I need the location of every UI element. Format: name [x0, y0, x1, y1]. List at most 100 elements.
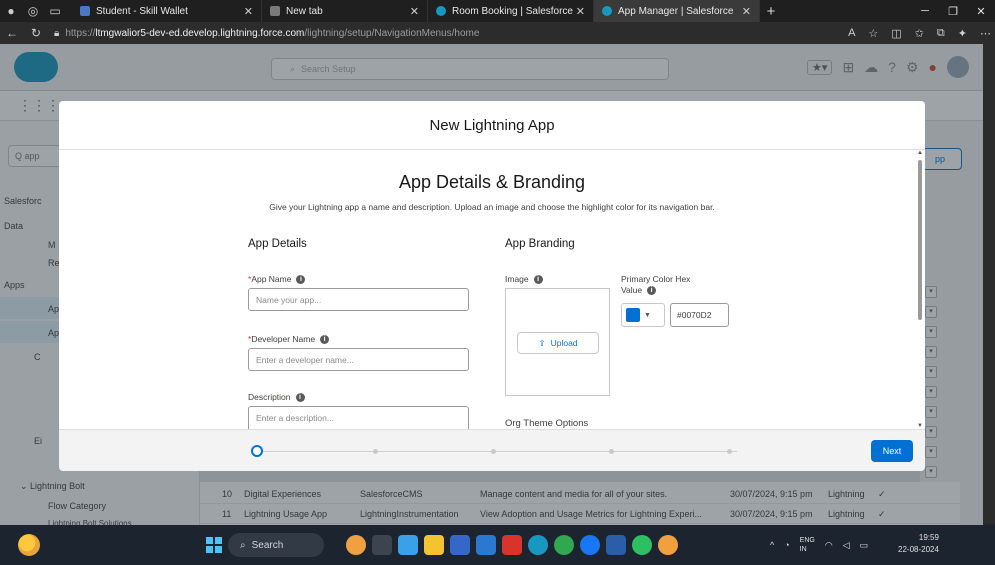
favorites-icon[interactable]: ✩ [915, 27, 924, 40]
modal-scrollbar[interactable]: ▲ ▼ [916, 150, 924, 429]
url-field[interactable]: 🔒︎ https://ltmgwalior5-dev-ed.develop.li… [54, 24, 754, 42]
mail-icon[interactable] [476, 535, 496, 555]
media-icon[interactable] [502, 535, 522, 555]
workspaces-icon[interactable]: ◎ [22, 0, 44, 22]
close-tab-icon[interactable]: ✕ [244, 5, 253, 18]
upload-button[interactable]: ⇪ Upload [517, 332, 599, 354]
primary-color-label: Primary Color Hex Value i [621, 274, 690, 295]
app-details-heading: App Details [248, 238, 307, 250]
favorite-star-icon[interactable]: ☆ [868, 27, 878, 40]
app-tray-icon[interactable]: ◔ [784, 540, 789, 550]
info-icon[interactable]: i [320, 334, 330, 344]
battery-icon[interactable]: ▭ [860, 540, 869, 551]
language-indicator[interactable]: ENG IN [800, 536, 815, 554]
taskbar-search[interactable]: ⌕ Search [228, 533, 324, 557]
lock-icon: 🔒︎ [54, 27, 60, 39]
profile-icon[interactable]: ● [0, 0, 22, 22]
modal-body: App Details & Branding Give your Lightni… [59, 150, 925, 429]
progress-track [257, 451, 737, 452]
close-tab-icon[interactable]: ✕ [576, 5, 585, 18]
address-bar: ← ↻ 🔒︎ https://ltmgwalior5-dev-ed.develo… [0, 22, 995, 44]
primary-color-label-line2: Value [621, 285, 643, 295]
app-name-label-text: App Name [251, 274, 292, 284]
taskbar-app-icon[interactable] [346, 535, 366, 555]
more-menu-icon[interactable]: ⋯ [980, 27, 991, 40]
url-path: /lightning/setup/NavigationMenus/home [304, 27, 480, 39]
read-aloud-icon[interactable]: A [848, 27, 855, 39]
info-icon[interactable]: i [295, 392, 305, 402]
collections-icon[interactable]: ⧉ [937, 27, 945, 40]
minimize-icon[interactable]: ─ [911, 0, 939, 22]
extensions-icon[interactable]: ✦ [958, 27, 967, 40]
whatsapp-icon[interactable] [632, 535, 652, 555]
browser-tab-room-booking[interactable]: Room Booking | Salesforce ✕ [428, 0, 594, 22]
chevron-up-icon[interactable]: ^ [770, 540, 774, 550]
wifi-icon[interactable]: ◠ [825, 540, 833, 551]
app-branding-heading: App Branding [505, 238, 575, 250]
color-swatch-picker[interactable]: ▼ [621, 303, 665, 327]
facebook-icon[interactable] [580, 535, 600, 555]
next-button[interactable]: Next [871, 440, 913, 462]
color-swatch [626, 308, 640, 322]
clock-date: 22-08-2024 [898, 545, 939, 554]
restore-icon[interactable]: ❐ [939, 0, 967, 22]
upload-icon: ⇪ [538, 337, 546, 348]
browser-tab-skill-wallet[interactable]: Student - Skill Wallet ✕ [72, 0, 262, 22]
org-theme-options-label: Org Theme Options [505, 418, 589, 429]
progress-step-3 [491, 449, 496, 454]
taskbar-clock[interactable]: 19:59 22-08-2024 [898, 532, 939, 556]
description-label: Description i [248, 392, 305, 402]
hex-color-input[interactable]: #0070D2 [670, 303, 729, 327]
progress-step-5 [727, 449, 732, 454]
browser-tab-app-manager[interactable]: App Manager | Salesforce ✕ [594, 0, 760, 22]
info-icon[interactable]: i [296, 274, 306, 284]
modal-header: New Lightning App [59, 101, 925, 150]
developer-name-input[interactable]: Enter a developer name... [248, 348, 469, 371]
chevron-down-icon: ▼ [644, 311, 651, 319]
info-icon[interactable]: i [533, 274, 543, 284]
close-window-icon[interactable]: ✕ [967, 0, 995, 22]
app-name-input[interactable]: Name your app... [248, 288, 469, 311]
close-tab-icon[interactable]: ✕ [410, 5, 419, 18]
url-prefix: https:// [65, 27, 96, 39]
description-textarea[interactable]: Enter a description... [248, 406, 469, 429]
scroll-thumb[interactable] [918, 160, 922, 320]
browser-tab-new-tab[interactable]: New tab ✕ [262, 0, 428, 22]
scroll-up-icon[interactable]: ▲ [917, 150, 923, 156]
upload-label: Upload [550, 338, 578, 348]
tab-label: New tab [286, 5, 323, 17]
app-icon[interactable] [554, 535, 574, 555]
browser-tab-strip: ● ◎ ▭ Student - Skill Wallet ✕ New tab ✕… [0, 0, 995, 22]
store-icon[interactable] [450, 535, 470, 555]
windows-taskbar: ⌕ Search ^ ◔ ENG IN ◠ ◁ ▭ 19:59 22-08-20… [0, 525, 995, 565]
word-icon[interactable] [606, 535, 626, 555]
volume-icon[interactable]: ◁ [843, 540, 850, 551]
back-icon[interactable]: ← [0, 26, 24, 40]
tab-favicon [602, 6, 612, 16]
tab-actions-icon[interactable]: ▭ [44, 0, 66, 22]
url-host: ltmgwalior5-dev-ed.develop.lightning.for… [95, 27, 305, 39]
teams-icon[interactable] [398, 535, 418, 555]
image-label: Image i [505, 274, 543, 284]
new-tab-button[interactable]: + [760, 3, 782, 20]
windows-start-icon[interactable] [206, 537, 222, 553]
tab-label: Room Booking | Salesforce [452, 5, 573, 17]
task-view-icon[interactable] [372, 535, 392, 555]
refresh-icon[interactable]: ↻ [24, 26, 48, 40]
language-code: ENG [799, 537, 815, 544]
edge-icon[interactable] [528, 535, 548, 555]
weather-icon[interactable] [18, 534, 40, 556]
step-description: Give your Lightning app a name and descr… [269, 202, 715, 212]
close-tab-icon[interactable]: ✕ [742, 5, 751, 18]
file-explorer-icon[interactable] [424, 535, 444, 555]
tab-favicon [270, 6, 280, 16]
split-screen-icon[interactable]: ◫ [891, 27, 901, 40]
info-icon[interactable]: i [647, 285, 657, 295]
app-name-label: *App Name i [248, 274, 306, 284]
image-label-text: Image [505, 274, 529, 284]
clock-time: 19:59 [918, 533, 939, 542]
chrome-icon[interactable] [658, 535, 678, 555]
progress-step-2 [373, 449, 378, 454]
window-controls: ─ ❐ ✕ [911, 0, 995, 22]
modal-title: New Lightning App [429, 117, 555, 134]
